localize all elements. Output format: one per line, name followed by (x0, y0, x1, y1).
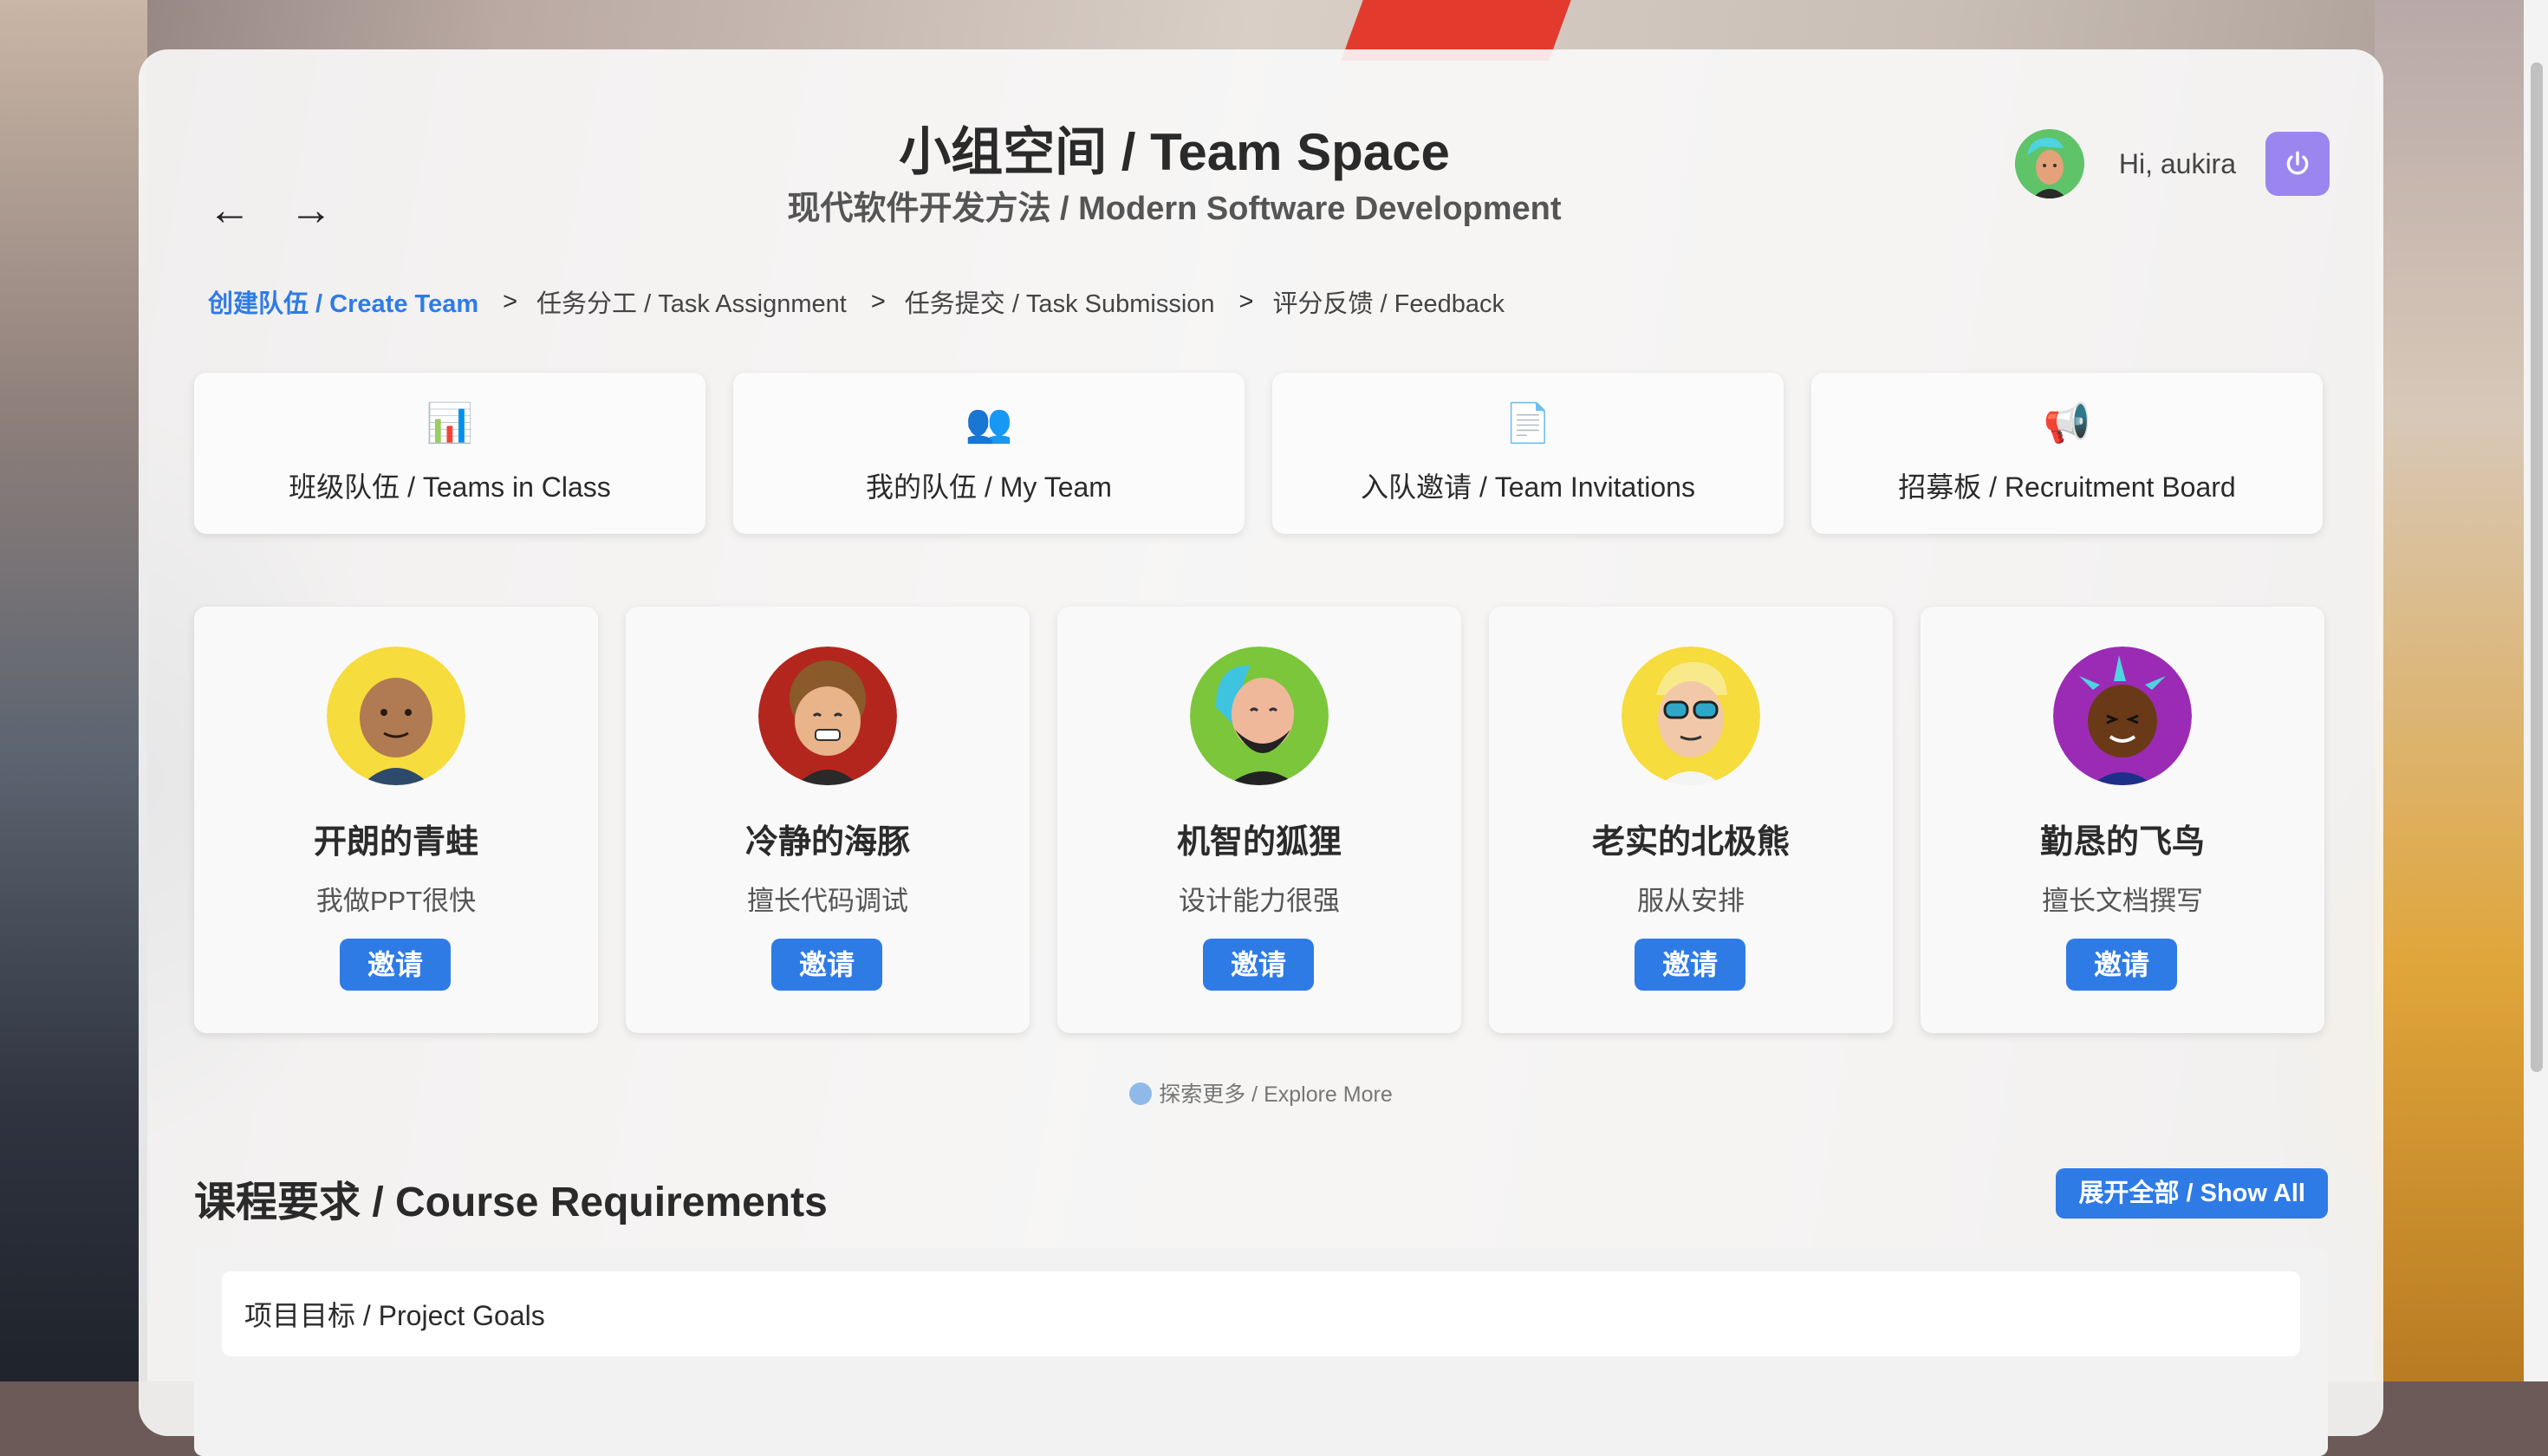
background-left-art (0, 0, 147, 1381)
avatar (327, 647, 465, 785)
member-card: 老实的北极熊 服从安排 邀请 (1489, 607, 1893, 1033)
breadcrumb-separator: > (870, 287, 886, 315)
tile-label: 我的队伍 / My Team (866, 471, 1112, 503)
breadcrumb-separator: > (503, 287, 518, 315)
breadcrumb-feedback[interactable]: 评分反馈 / Feedback (1272, 283, 1505, 320)
megaphone-icon: 📢 (2043, 402, 2091, 445)
member-name: 冷静的海豚 (744, 824, 910, 861)
breadcrumb: 创建队伍 / Create Team > 任务分工 / Task Assignm… (208, 283, 1505, 320)
requirements-list: 项目目标 / Project Goals (194, 1248, 2328, 1456)
team-menu: 📊 班级队伍 / Teams in Class 👥 我的队伍 / My Team… (194, 373, 2323, 534)
breadcrumb-separator: > (1238, 287, 1254, 315)
page-title: 小组空间 / Team Space (899, 123, 1450, 181)
member-description: 擅长文档撰写 (2042, 886, 2203, 916)
tile-label: 班级队伍 / Teams in Class (289, 471, 611, 503)
member-description: 服从安排 (1637, 886, 1745, 916)
user-area: Hi, aukira (2014, 129, 2330, 198)
requirement-label: 项目目标 / Project Goals (244, 1300, 545, 1331)
tile-label: 入队邀请 / Team Invitations (1361, 471, 1695, 503)
member-name: 机智的狐狸 (1176, 824, 1342, 861)
member-card: 冷静的海豚 擅长代码调试 邀请 (626, 607, 1030, 1033)
document-icon: 📄 (1504, 402, 1552, 445)
explore-more-label: 探索更多 / Explore More (1159, 1082, 1393, 1107)
invite-button[interactable]: 邀请 (771, 939, 882, 991)
power-icon (2286, 151, 2309, 175)
explore-more-link[interactable]: 探索更多 / Explore More (139, 1077, 2383, 1108)
invite-button[interactable]: 邀请 (1635, 939, 1745, 991)
main-panel: ← → 小组空间 / Team Space 现代软件开发方法 / Modern … (139, 49, 2383, 1456)
avatar (1622, 647, 1760, 785)
show-all-button[interactable]: 展开全部 / Show All (2056, 1168, 2328, 1219)
page-scrollbar[interactable] (2524, 0, 2548, 1381)
breadcrumb-task-submission[interactable]: 任务提交 / Task Submission (905, 283, 1215, 320)
avatar (1190, 647, 1329, 785)
tile-my-team[interactable]: 👥 我的队伍 / My Team (733, 373, 1245, 534)
member-cards: 开朗的青蛙 我做PPT很快 邀请 冷静的海豚 擅长代码调试 邀请 机智的狐狸 设… (194, 607, 2324, 1033)
invite-button[interactable]: 邀请 (2066, 939, 2177, 991)
background-right-art (2375, 0, 2548, 1381)
user-greeting: Hi, aukira (2118, 147, 2236, 179)
tile-team-invitations[interactable]: 📄 入队邀请 / Team Invitations (1272, 373, 1784, 534)
breadcrumb-task-assignment[interactable]: 任务分工 / Task Assignment (536, 283, 847, 320)
tile-label: 招募板 / Recruitment Board (1898, 471, 2236, 503)
member-name: 勤恳的飞鸟 (2039, 824, 2205, 861)
member-description: 我做PPT很快 (315, 886, 477, 916)
member-card: 机智的狐狸 设计能力很强 邀请 (1057, 607, 1461, 1033)
member-name: 老实的北极熊 (1591, 824, 1790, 861)
invite-button[interactable]: 邀请 (1203, 939, 1314, 991)
bar-chart-icon: 📊 (426, 402, 474, 445)
refresh-icon (1129, 1082, 1153, 1105)
avatar (758, 647, 897, 785)
user-avatar-icon[interactable] (2014, 129, 2084, 198)
page-subtitle: 现代软件开发方法 / Modern Software Development (787, 191, 1562, 227)
member-card: 勤恳的飞鸟 擅长文档撰写 邀请 (1921, 607, 2324, 1033)
people-icon: 👥 (965, 402, 1013, 445)
tile-teams-in-class[interactable]: 📊 班级队伍 / Teams in Class (194, 373, 705, 534)
member-description: 擅长代码调试 (747, 886, 908, 916)
member-name: 开朗的青蛙 (313, 824, 478, 861)
section-title: 课程要求 / Course Requirements (194, 1180, 828, 1225)
member-card: 开朗的青蛙 我做PPT很快 邀请 (194, 607, 598, 1033)
breadcrumb-create-team[interactable]: 创建队伍 / Create Team (208, 283, 478, 320)
scrollbar-thumb[interactable] (2531, 62, 2543, 1072)
logout-button[interactable] (2265, 132, 2330, 196)
requirement-item[interactable]: 项目目标 / Project Goals (222, 1271, 2300, 1356)
tile-recruitment-board[interactable]: 📢 招募板 / Recruitment Board (1811, 373, 2323, 534)
avatar (2053, 647, 2192, 785)
invite-button[interactable]: 邀请 (340, 939, 451, 991)
member-description: 设计能力很强 (1179, 886, 1340, 916)
